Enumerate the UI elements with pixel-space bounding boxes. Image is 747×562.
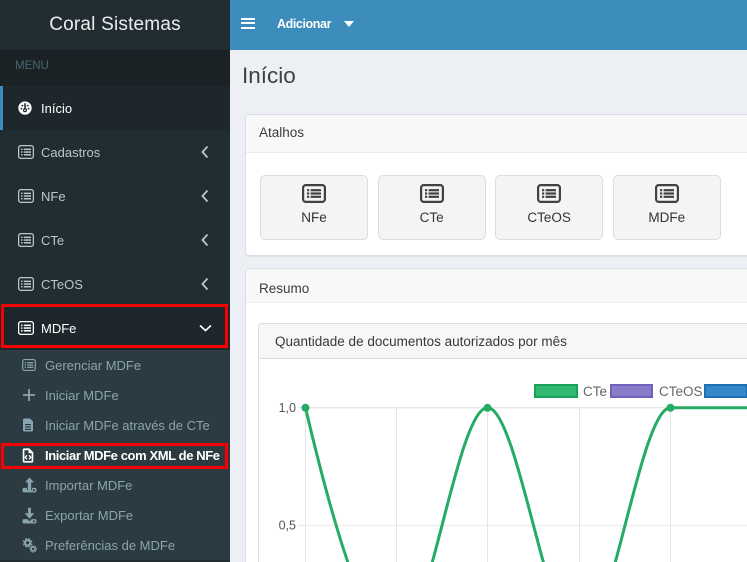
svg-text:CTeOS: CTeOS bbox=[659, 384, 703, 399]
svg-text:0,5: 0,5 bbox=[279, 519, 296, 533]
svg-text:1,0: 1,0 bbox=[279, 401, 296, 415]
svg-text:CTe: CTe bbox=[583, 384, 607, 399]
